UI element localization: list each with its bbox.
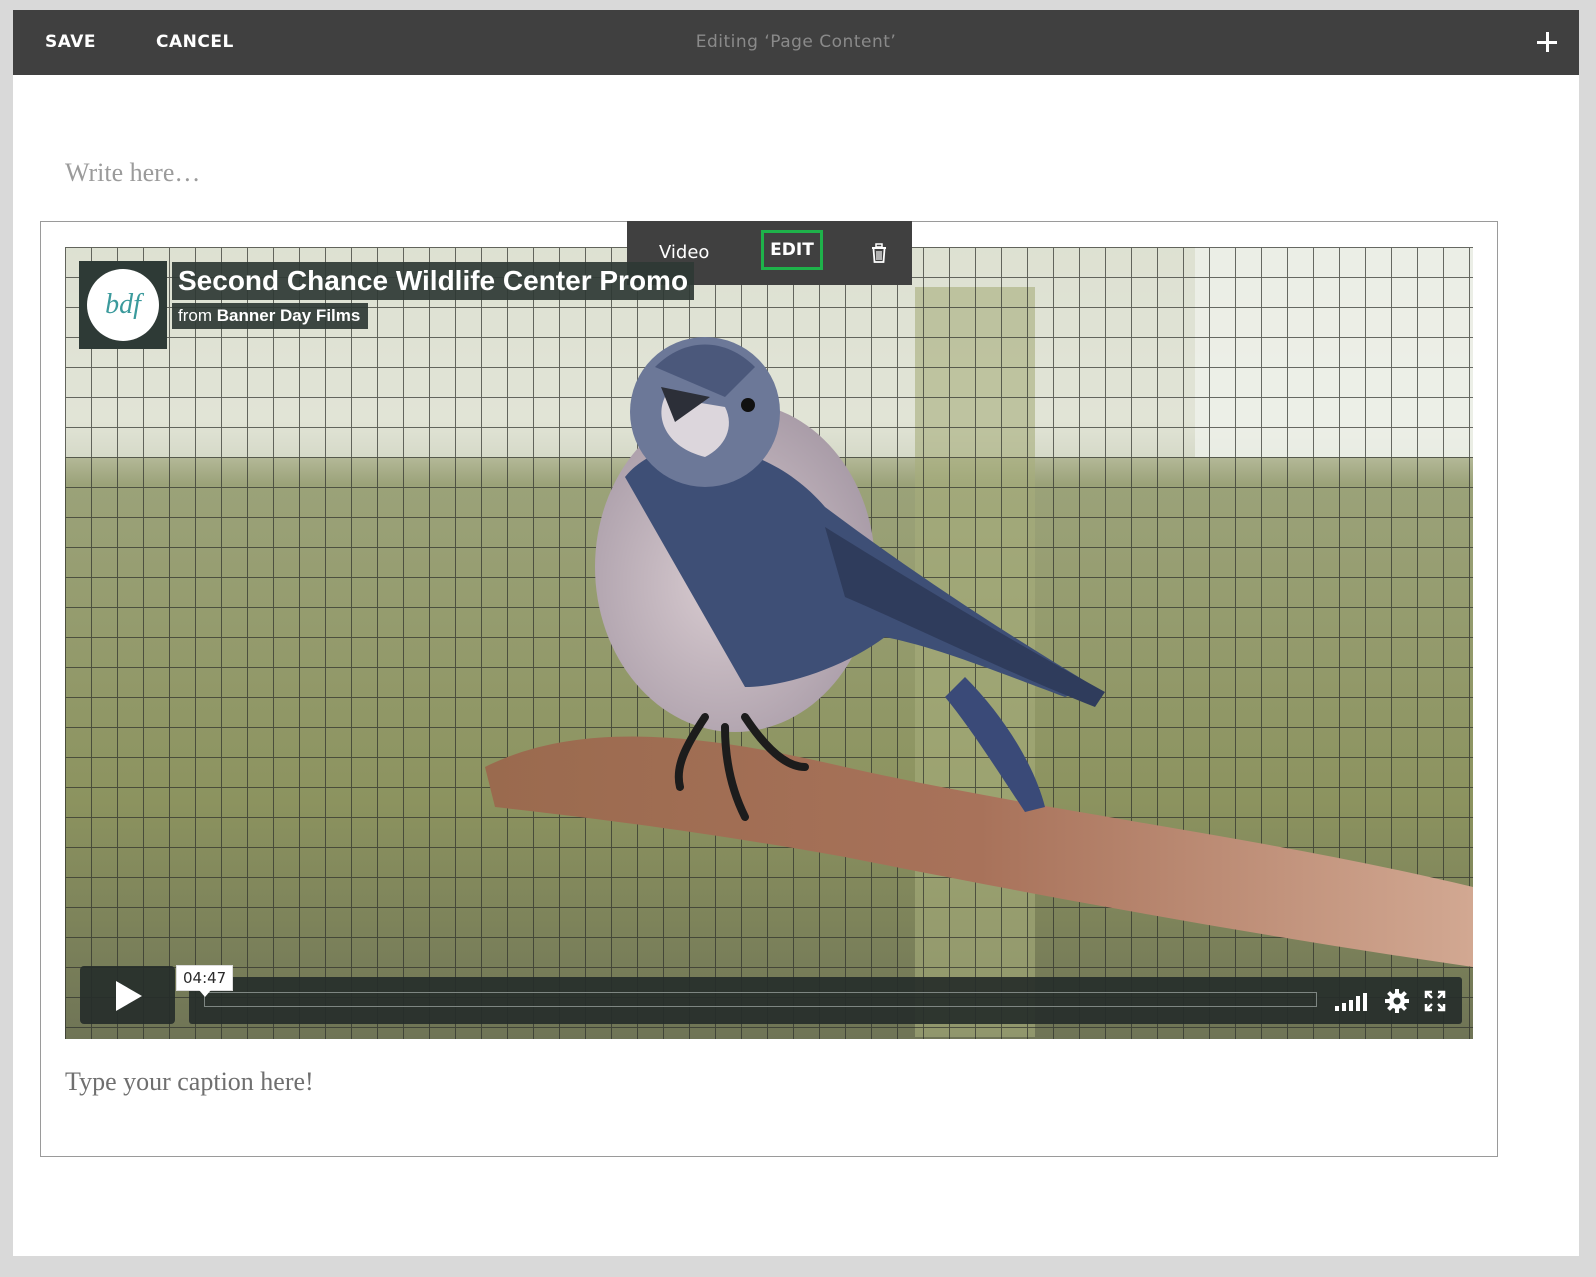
plus-icon[interactable] bbox=[1531, 27, 1561, 57]
play-button[interactable] bbox=[80, 966, 175, 1024]
logo-text: bdf bbox=[87, 269, 159, 341]
channel-name-link[interactable]: Banner Day Films bbox=[217, 306, 361, 325]
play-icon bbox=[116, 981, 142, 1011]
duration-tooltip: 04:47 bbox=[176, 965, 234, 997]
video-byline: from Banner Day Films bbox=[172, 303, 369, 329]
gear-icon[interactable] bbox=[1384, 988, 1410, 1014]
trash-icon[interactable] bbox=[870, 243, 888, 263]
cancel-button[interactable]: CANCEL bbox=[156, 10, 234, 75]
video-player[interactable] bbox=[65, 247, 1473, 1039]
top-bar: SAVE CANCEL Editing ‘Page Content’ bbox=[13, 10, 1579, 75]
video-controls-bar bbox=[189, 977, 1462, 1024]
video-title[interactable]: Second Chance Wildlife Center Promo bbox=[172, 262, 695, 300]
volume-icon[interactable] bbox=[1334, 992, 1370, 1012]
write-here-placeholder[interactable]: Write here… bbox=[65, 158, 200, 188]
progress-bar[interactable] bbox=[204, 992, 1317, 1007]
edit-button[interactable]: EDIT bbox=[761, 230, 823, 270]
save-button[interactable]: SAVE bbox=[45, 10, 96, 75]
editing-title: Editing ‘Page Content’ bbox=[695, 32, 897, 52]
fullscreen-icon[interactable] bbox=[1424, 990, 1446, 1012]
caption-placeholder[interactable]: Type your caption here! bbox=[65, 1067, 314, 1097]
byline-prefix: from bbox=[178, 306, 212, 325]
video-frame-image bbox=[65, 247, 1473, 1039]
channel-logo[interactable]: bdf bbox=[79, 261, 167, 349]
